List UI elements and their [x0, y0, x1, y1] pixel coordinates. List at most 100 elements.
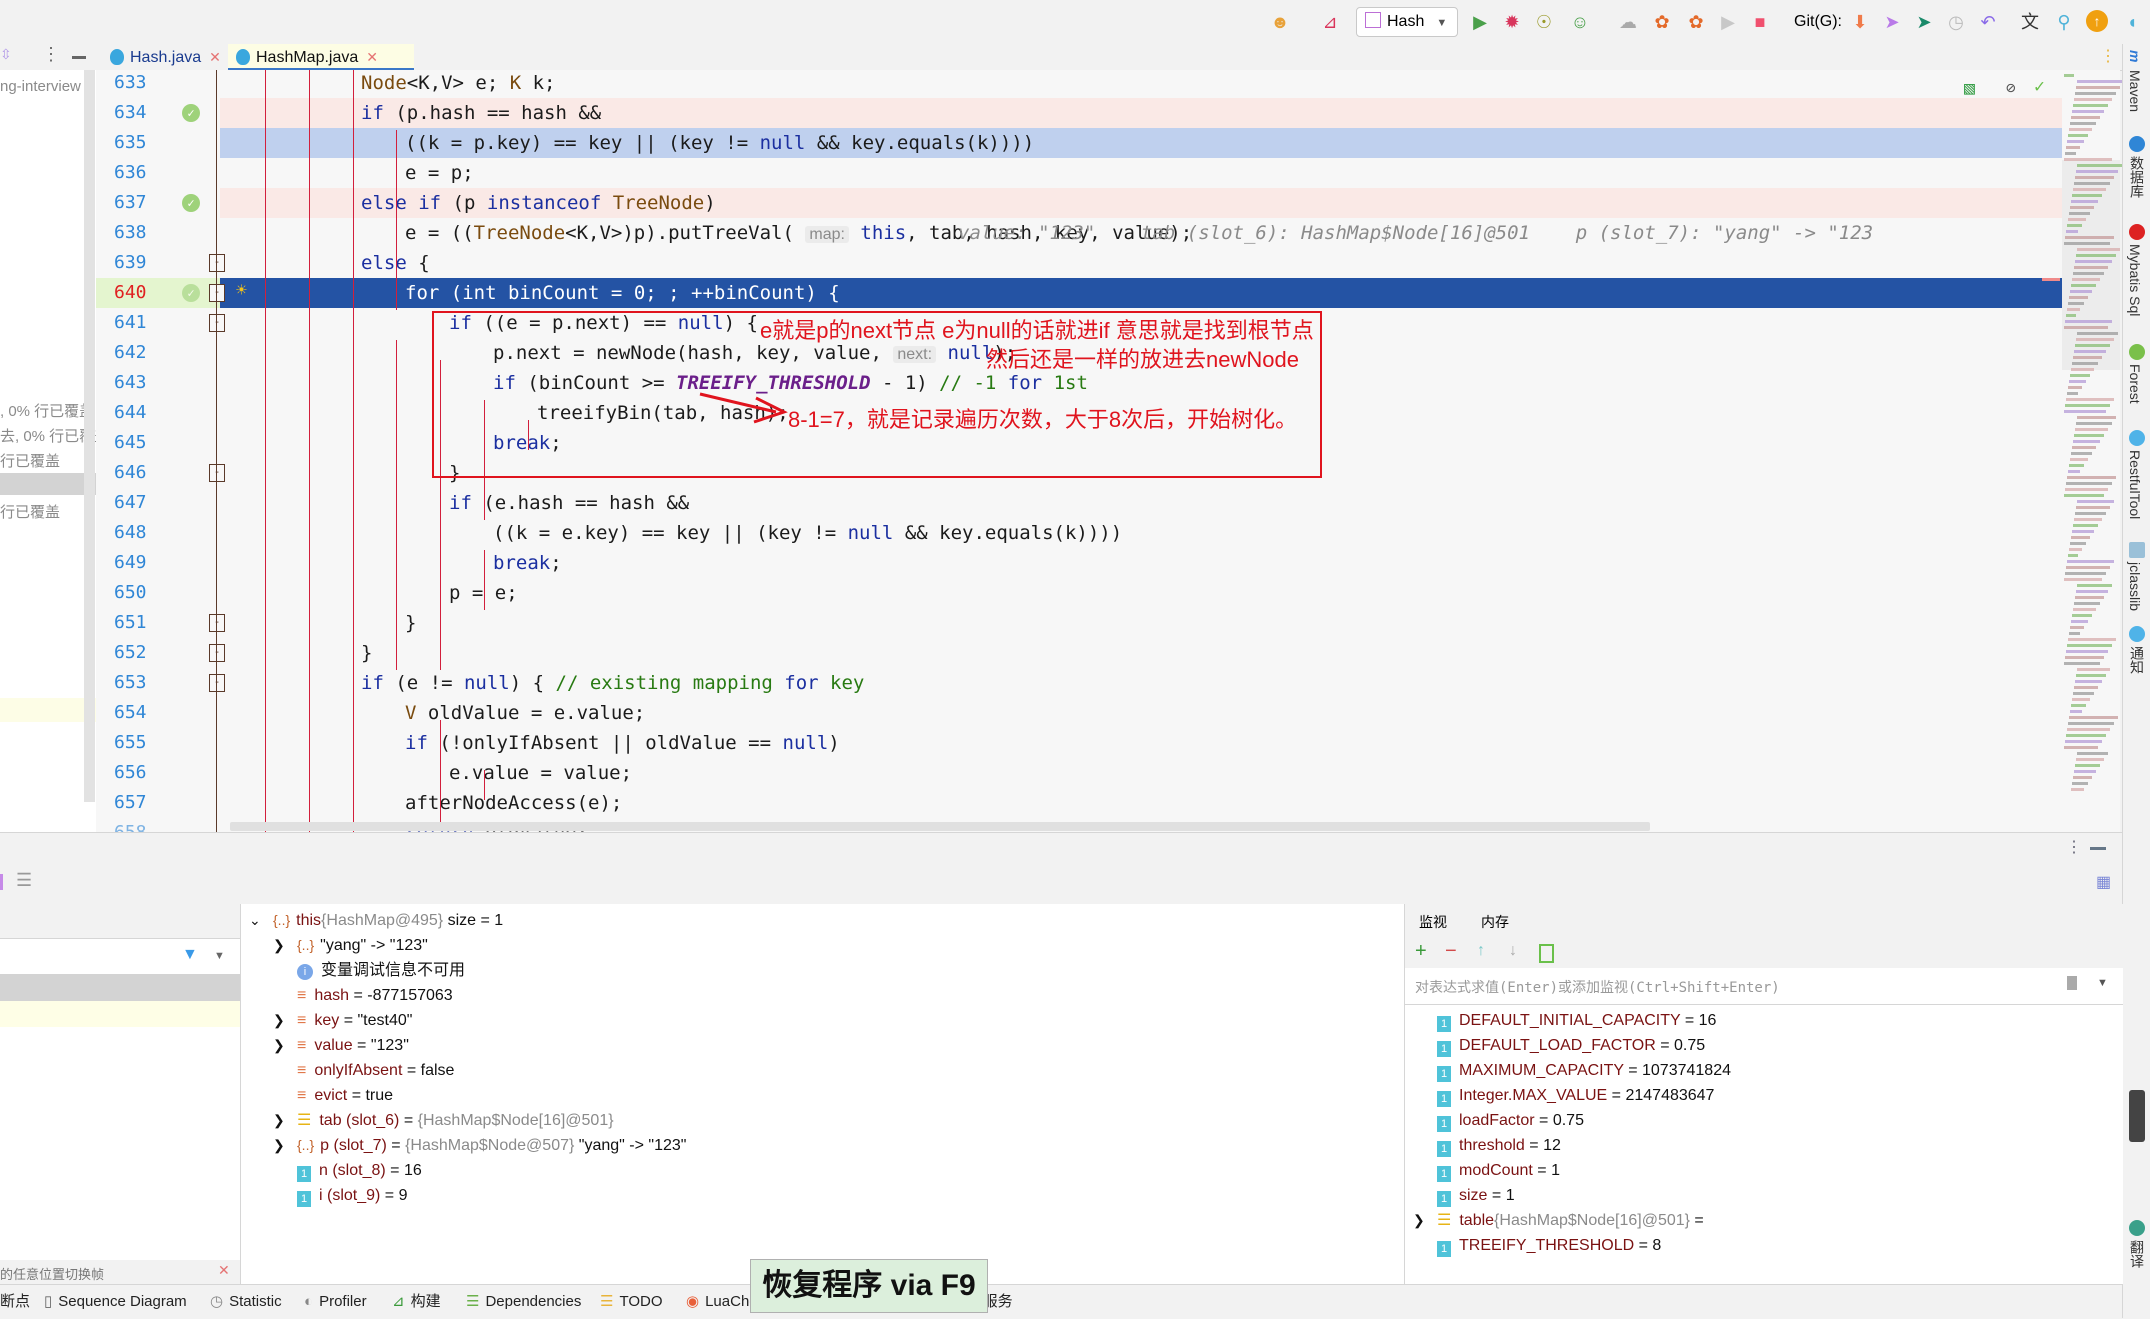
line-number[interactable]: 657: [114, 792, 164, 813]
frame-item-selected[interactable]: [0, 974, 240, 1001]
list-options-icon[interactable]: ☰: [16, 870, 32, 891]
search-icon[interactable]: ⚲: [2052, 10, 2076, 34]
resume-disabled-icon[interactable]: ▶: [1716, 10, 1740, 34]
variable-row[interactable]: ≡ evict = true: [297, 1083, 393, 1108]
code-line[interactable]: 649 break;: [96, 548, 2064, 578]
variable-row[interactable]: ≡ hash = -877157063: [297, 983, 453, 1008]
line-number[interactable]: 654: [114, 702, 164, 723]
collapse-all-icon[interactable]: ⇳: [0, 46, 12, 63]
line-number[interactable]: 646: [114, 462, 164, 483]
code-line[interactable]: 636 e = p;: [96, 158, 2064, 188]
highlighted-item[interactable]: [0, 698, 96, 722]
line-number[interactable]: 652: [114, 642, 164, 663]
error-marker[interactable]: [2042, 278, 2060, 281]
git-push-icon[interactable]: ➤: [1912, 10, 1936, 34]
fold-toggle-icon[interactable]: -: [209, 614, 225, 632]
filter-icon[interactable]: ▼: [182, 946, 198, 964]
variable-row[interactable]: ❯ {..} "yang" -> "123": [273, 933, 428, 958]
line-number[interactable]: 641: [114, 312, 164, 333]
line-number[interactable]: 643: [114, 372, 164, 393]
chevron-down-icon[interactable]: ▼: [2097, 977, 2108, 989]
code-line[interactable]: 650 p = e;: [96, 578, 2064, 608]
line-number[interactable]: 648: [114, 522, 164, 543]
line-number[interactable]: 637: [114, 192, 164, 213]
bookmark-icon[interactable]: [2067, 976, 2077, 990]
line-number[interactable]: 658: [114, 822, 164, 832]
minimap[interactable]: [2062, 70, 2124, 832]
line-number[interactable]: 640: [114, 282, 164, 303]
debug-icon[interactable]: ✹: [1500, 10, 1524, 34]
coverage-item[interactable]: , 0% 行已覆盖: [0, 400, 96, 421]
variable-row[interactable]: 1 DEFAULT_INITIAL_CAPACITY = 16: [1437, 1008, 1716, 1033]
tool-mybatis-sql[interactable]: Mybatis Sql: [2127, 244, 2143, 316]
fold-toggle-icon[interactable]: -: [209, 644, 225, 662]
hide-icon[interactable]: ⊘: [2006, 78, 2016, 97]
watch-input[interactable]: 对表达式求值(Enter)或添加监视(Ctrl+Shift+Enter) ▼: [1405, 968, 2123, 1005]
line-number[interactable]: 650: [114, 582, 164, 603]
step-icon[interactable]: [0, 874, 3, 890]
code-line[interactable]: 635 ((k = p.key) == key || (key != null &…: [96, 128, 2064, 158]
variable-row[interactable]: ❯ ☰ tab (slot_6) = {HashMap$Node[16]@501}: [273, 1108, 614, 1133]
run-config-selector[interactable]: Hash ▼: [1356, 7, 1458, 37]
tool-translate[interactable]: 翻译: [2127, 1240, 2147, 1268]
code-line[interactable]: 657 afterNodeAccess(e);: [96, 788, 2064, 818]
frames-thread-selector[interactable]: [0, 904, 240, 939]
fold-toggle-icon[interactable]: -: [209, 284, 225, 302]
line-number[interactable]: 655: [114, 732, 164, 753]
tab-hashmap-java[interactable]: HashMap.java ✕: [228, 44, 414, 70]
tool-restfultool[interactable]: RestfulTool: [2127, 450, 2143, 519]
line-number[interactable]: 647: [114, 492, 164, 513]
line-number[interactable]: 645: [114, 432, 164, 453]
reader-mode-icon[interactable]: ▧: [1964, 78, 1975, 99]
stop-icon[interactable]: ■: [1748, 10, 1772, 34]
line-number[interactable]: 639: [114, 252, 164, 273]
variable-row[interactable]: 1 i (slot_9) = 9: [297, 1183, 408, 1208]
coverage-item[interactable]: 去, 0% 行已覆盖: [0, 425, 96, 446]
line-number[interactable]: 642: [114, 342, 164, 363]
duplicate-icon[interactable]: [1539, 944, 1554, 963]
variable-row[interactable]: ≡ onlyIfAbsent = false: [297, 1058, 454, 1083]
profile-icon[interactable]: ☺: [1568, 10, 1592, 34]
code-line[interactable]: 637 ✓ else if (p instanceof TreeNode): [96, 188, 2064, 218]
tab-watches[interactable]: 监视: [1419, 912, 1447, 941]
coverage-icon[interactable]: ☉: [1532, 10, 1556, 34]
scrollbar[interactable]: [84, 70, 95, 802]
rollback-icon[interactable]: ↶: [1976, 10, 2000, 34]
tab-memory[interactable]: 内存: [1481, 912, 1509, 932]
line-number[interactable]: 635: [114, 132, 164, 153]
more-options-icon[interactable]: ⋮: [42, 44, 60, 65]
frame-item[interactable]: [0, 1001, 240, 1027]
code-line[interactable]: 656 e.value = value;: [96, 758, 2064, 788]
variable-row[interactable]: 1 TREEIFY_THRESHOLD = 8: [1405, 1233, 2123, 1258]
line-number[interactable]: 636: [114, 162, 164, 183]
fold-toggle-icon[interactable]: -: [209, 464, 225, 482]
coverage-item[interactable]: 行已覆盖: [0, 501, 60, 522]
fold-toggle-icon[interactable]: -: [209, 254, 225, 272]
line-number[interactable]: 651: [114, 612, 164, 633]
tool-database[interactable]: 数据库: [2127, 156, 2147, 198]
code-line[interactable]: 655 if (!onlyIfAbsent || oldValue == null…: [96, 728, 2064, 758]
chevron-right-icon[interactable]: ❯: [273, 1008, 285, 1033]
move-down-icon[interactable]: ↓: [1509, 942, 1517, 960]
minimize-icon[interactable]: [72, 56, 86, 59]
breakpoint-verified-icon[interactable]: ✓: [182, 284, 200, 302]
lightbulb-icon[interactable]: ☀: [236, 280, 247, 301]
fold-toggle-icon[interactable]: -: [209, 314, 225, 332]
tool-jclasslib[interactable]: jclasslib: [2127, 562, 2143, 611]
line-number[interactable]: 638: [114, 222, 164, 243]
horizontal-scrollbar[interactable]: [230, 822, 1650, 831]
line-number[interactable]: 633: [114, 72, 164, 93]
line-number[interactable]: 653: [114, 672, 164, 693]
tool-dependencies[interactable]: ☰ Dependencies: [466, 1285, 581, 1319]
line-number[interactable]: 634: [114, 102, 164, 123]
code-line[interactable]: 633 Node<K,V> e; K k;: [96, 70, 2064, 98]
code-line[interactable]: 653 - if (e != null) { // existing mapping…: [96, 668, 2064, 698]
coverage-item[interactable]: 行已覆盖: [0, 450, 60, 471]
run-arthas-icon[interactable]: ✿: [1650, 10, 1674, 34]
code-line[interactable]: 639- else {: [96, 248, 2064, 278]
variable-row[interactable]: 1 threshold = 12: [1437, 1133, 1561, 1158]
code-line[interactable]: 648 ((k = e.key) == key || (key != null &…: [96, 518, 2064, 548]
memory-indicator[interactable]: [2129, 1090, 2145, 1142]
tool-statistic[interactable]: ◷ Statistic: [210, 1285, 282, 1319]
code-editor[interactable]: 633 Node<K,V> e; K k; 634 ✓ if (p.hash == ha…: [96, 70, 2064, 832]
